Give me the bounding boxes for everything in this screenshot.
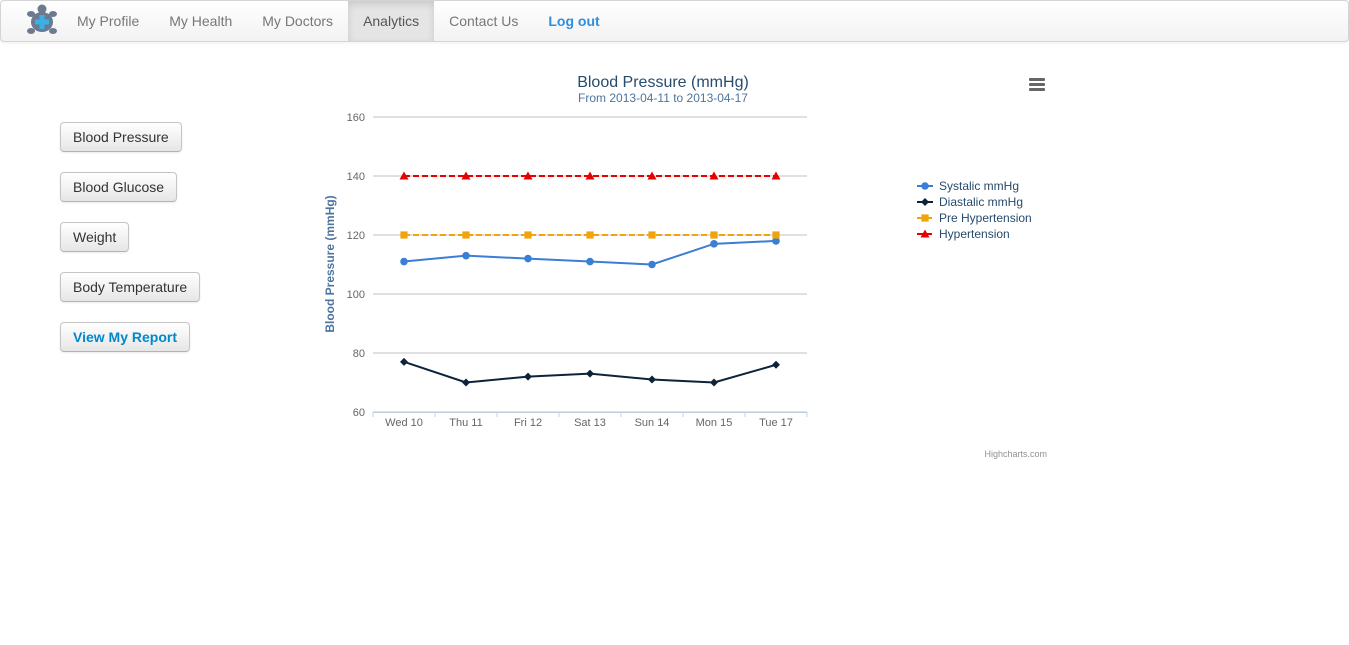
y-tick-label: 160 [347, 112, 365, 124]
data-point[interactable] [586, 257, 594, 266]
data-point[interactable] [772, 231, 780, 239]
data-point[interactable] [586, 369, 594, 378]
legend-marker[interactable] [921, 182, 929, 190]
chart-credits[interactable]: Highcharts.com [984, 449, 1047, 459]
data-point[interactable] [648, 231, 656, 239]
legend-marker[interactable] [921, 214, 929, 222]
legend-item[interactable]: Pre Hypertension [917, 211, 1032, 225]
data-point[interactable] [400, 357, 408, 366]
data-point[interactable] [710, 231, 718, 239]
data-point[interactable] [524, 372, 532, 381]
data-point[interactable] [648, 260, 656, 269]
y-tick-label: 140 [347, 171, 365, 183]
chart-subtitle: From 2013-04-11 to 2013-04-17 [578, 91, 748, 105]
data-point[interactable] [400, 231, 408, 239]
data-point[interactable] [586, 231, 594, 239]
legend-label: Pre Hypertension [939, 211, 1032, 225]
data-point[interactable] [710, 240, 718, 248]
data-point[interactable] [772, 360, 780, 369]
data-point[interactable] [462, 378, 470, 387]
legend-item[interactable]: Diastalic mmHg [917, 195, 1023, 209]
y-tick-label: 100 [347, 289, 365, 301]
x-tick-label: Wed 10 [385, 417, 423, 429]
series-diastalic-mmhg [400, 357, 780, 387]
y-tick-label: 60 [353, 407, 365, 419]
series-systalic-mmhg [400, 237, 780, 269]
data-point[interactable] [524, 254, 532, 263]
legend-label: Systalic mmHg [939, 179, 1019, 193]
y-tick-label: 80 [353, 348, 365, 360]
x-tick-label: Sun 14 [635, 417, 670, 429]
legend-marker[interactable] [921, 198, 929, 206]
y-axis-ticks: 60 80 100 120 140 160 [347, 112, 365, 419]
y-tick-label: 120 [347, 230, 365, 242]
data-point[interactable] [462, 231, 470, 239]
data-point[interactable] [710, 378, 718, 387]
data-point[interactable] [648, 375, 656, 384]
x-tick-label: Sat 13 [574, 417, 606, 429]
data-point[interactable] [400, 257, 408, 266]
y-axis-title: Blood Pressure (mmHg) [323, 195, 337, 332]
legend-label: Hypertension [939, 227, 1010, 241]
x-tick-label: Mon 15 [696, 417, 733, 429]
x-axis: Wed 10 Thu 11 Fri 12 Sat 13 Sun 14 Mon 15 Tue … [372, 412, 808, 429]
chart-title: Blood Pressure (mmHg) [577, 74, 749, 91]
series-layer [399, 171, 781, 387]
data-point[interactable] [462, 251, 470, 260]
legend-label: Diastalic mmHg [939, 195, 1023, 209]
blood-pressure-chart: Blood Pressure (mmHg) From 2013-04-11 to… [323, 74, 1049, 459]
chart-legend: Systalic mmHg Diastalic mmHg Pre Hypertens… [917, 179, 1032, 241]
hamburger-menu-icon[interactable] [1025, 76, 1049, 94]
x-tick-label: Fri 12 [514, 417, 542, 429]
legend-item[interactable]: Hypertension [917, 227, 1010, 241]
legend-item[interactable]: Systalic mmHg [917, 179, 1019, 193]
data-point[interactable] [524, 231, 532, 239]
x-tick-label: Tue 17 [759, 417, 793, 429]
x-tick-label: Thu 11 [449, 417, 482, 429]
